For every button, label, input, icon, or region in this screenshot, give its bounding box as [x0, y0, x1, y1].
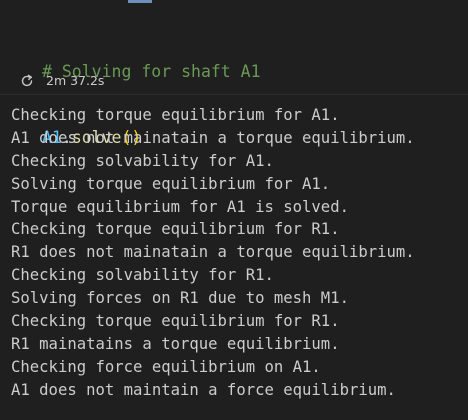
- output-line: R1 mainatains a torque equilibrium.: [11, 334, 340, 353]
- output-line: R1 does not mainatain a torque equilibri…: [11, 243, 415, 262]
- output-line: A1 does not mainatain a torque equilibri…: [11, 128, 415, 147]
- refresh-icon[interactable]: [20, 73, 34, 87]
- output-line: Checking force equilibrium on A1.: [11, 357, 321, 376]
- output-line: Checking solvability for R1.: [11, 266, 274, 285]
- output-line: Torque equilibrium for A1 is solved.: [11, 197, 349, 216]
- output-line: Checking torque equilibrium for R1.: [11, 220, 340, 239]
- output-line: Solving forces on R1 due to mesh M1.: [11, 289, 349, 308]
- cell-output: Checking torque equilibrium for A1. A1 do…: [11, 104, 415, 402]
- cell-focus-indicator: [128, 0, 152, 3]
- notebook: # Solving for shaft A1 A1.solve() 2m 37.…: [0, 0, 468, 420]
- cell-status-bar: 2m 37.2s: [20, 70, 104, 90]
- output-line: A1 does not maintain a force equilibrium…: [11, 380, 396, 399]
- output-line: Checking torque equilibrium for A1.: [11, 106, 340, 124]
- execution-time: 2m 37.2s: [46, 72, 105, 88]
- output-line: Solving torque equilibrium for A1.: [11, 174, 331, 193]
- output-line: Checking torque equilibrium for R1.: [11, 312, 340, 331]
- code-cell[interactable]: # Solving for shaft A1 A1.solve() 2m 37.…: [0, 0, 468, 147]
- output-line: Checking solvability for A1.: [11, 151, 274, 170]
